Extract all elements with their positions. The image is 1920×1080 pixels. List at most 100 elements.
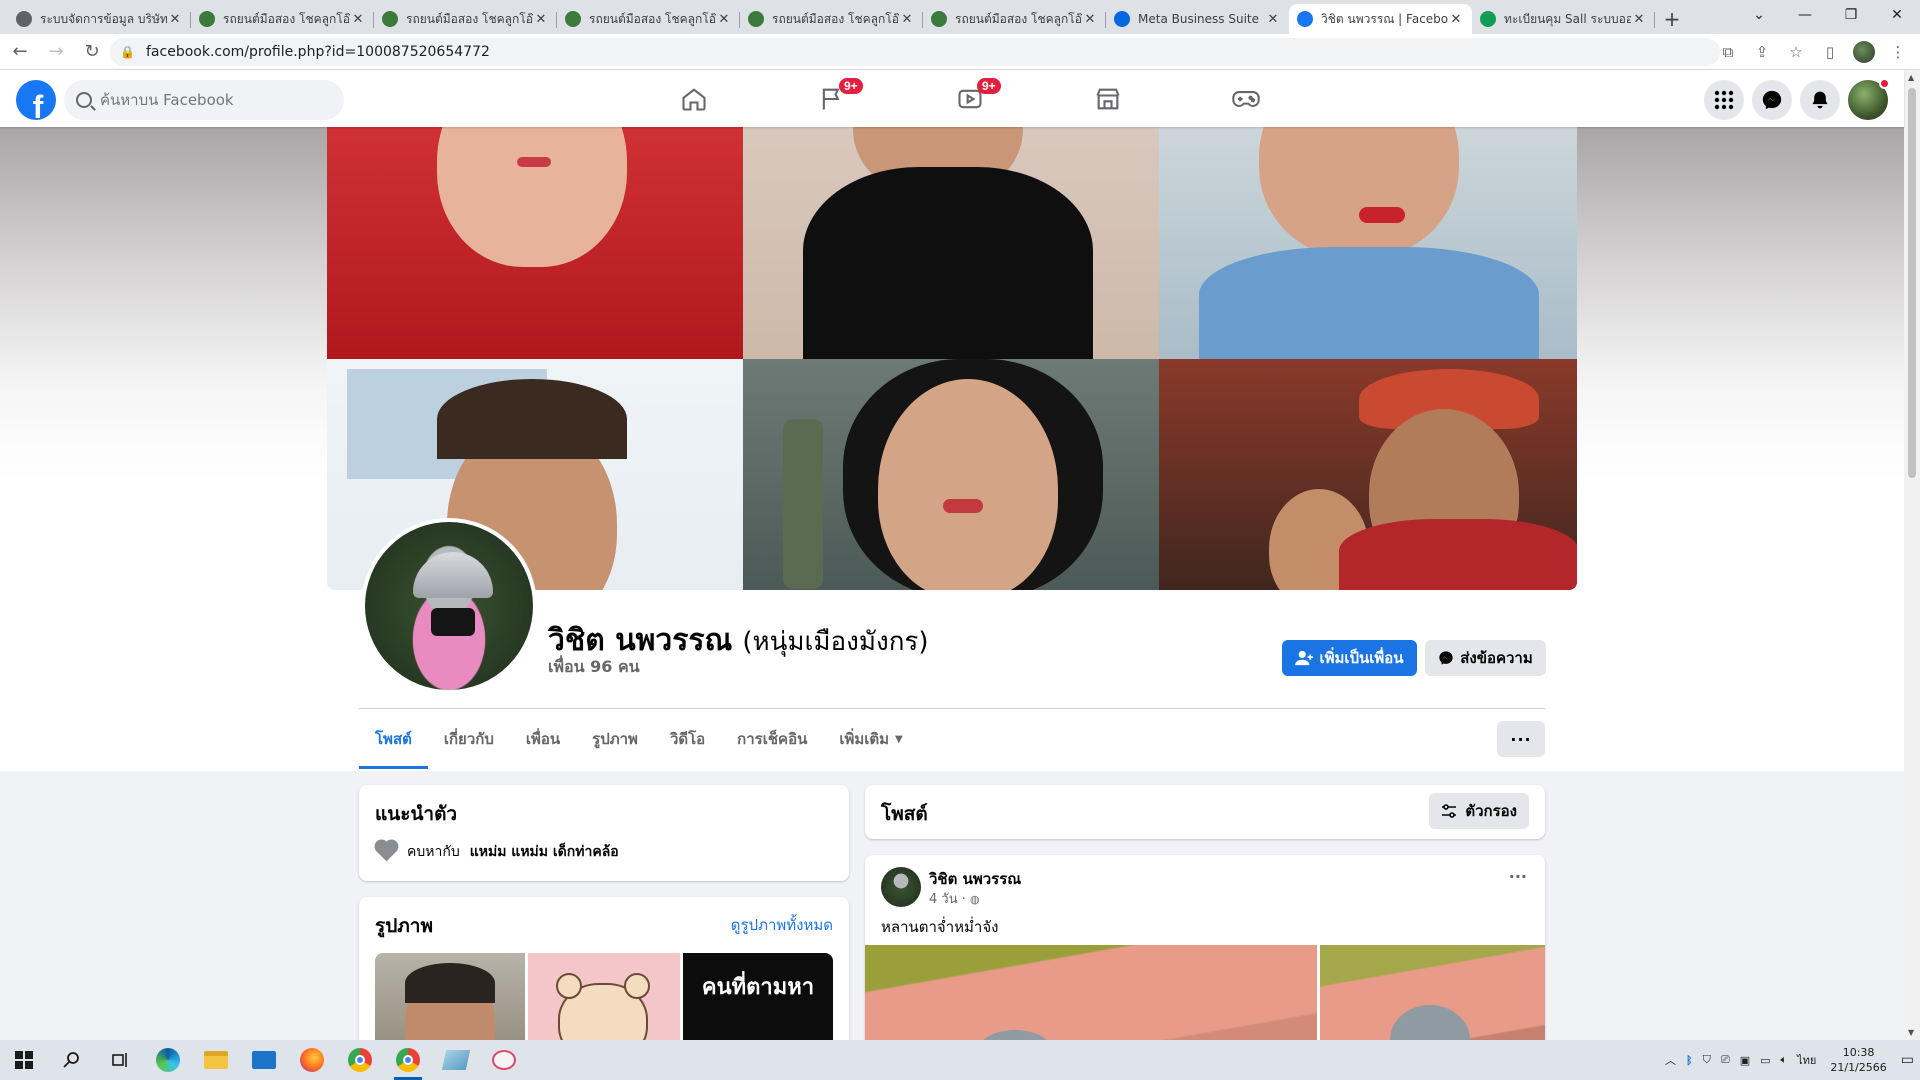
minimize-button[interactable]: — <box>1782 0 1828 30</box>
close-tab-icon[interactable]: ✕ <box>1448 12 1464 27</box>
nav-watch[interactable]: 9+ <box>763 70 901 127</box>
site-icon <box>748 11 764 27</box>
chrome-app[interactable] <box>336 1040 384 1080</box>
translate-icon[interactable]: ⧉ <box>1714 38 1742 66</box>
notification-center-icon[interactable]: ▭ <box>1901 1052 1914 1068</box>
close-tab-icon[interactable]: ✕ <box>1631 12 1647 27</box>
see-all-photos-link[interactable]: ดูรูปภาพทั้งหมด <box>731 913 833 937</box>
send-message-button[interactable]: ส่งข้อความ <box>1425 640 1546 676</box>
chrome-profile-app[interactable] <box>384 1040 432 1080</box>
friend-count[interactable]: เพื่อน 96 คน <box>548 655 640 680</box>
browser-tab[interactable]: ทะเบียนคุม Sall ระบบออนไลน์✕ <box>1472 4 1655 34</box>
nav-gaming[interactable] <box>1177 70 1315 127</box>
post-author-avatar[interactable] <box>881 867 921 907</box>
close-tab-icon[interactable]: ✕ <box>1082 12 1098 27</box>
bookmark-star-icon[interactable]: ☆ <box>1782 38 1810 66</box>
post-card: วิชิต นพวรรณ 4 วัน · ◍ ··· หลานตาจ่ำหม่ำ… <box>865 855 1545 1065</box>
scrollbar-thumb[interactable] <box>1908 88 1916 478</box>
browser-tab[interactable]: Meta Business Suite ✕ <box>1106 4 1289 34</box>
close-tab-icon[interactable]: ✕ <box>350 12 366 27</box>
browser-tab[interactable]: รถยนต์มือสอง โชคลูกโอ๊ค ✕ <box>374 4 557 34</box>
task-view-button[interactable] <box>96 1040 144 1080</box>
address-bar: ← → ↻ 🔒 facebook.com/profile.php?id=1000… <box>0 34 1920 70</box>
add-friend-button[interactable]: เพิ่มเป็นเพื่อน <box>1282 640 1417 676</box>
tab-about[interactable]: เกี่ยวกับ <box>428 709 510 769</box>
tab-photos[interactable]: รูปภาพ <box>576 709 654 769</box>
close-tab-icon[interactable]: ✕ <box>533 12 549 27</box>
messenger-button[interactable] <box>1752 80 1792 120</box>
close-tab-icon[interactable]: ✕ <box>167 12 183 27</box>
tab-more[interactable]: เพิ่มเติม ▼ <box>823 709 918 769</box>
tab-search-icon[interactable]: ⌄ <box>1736 0 1782 30</box>
globe-icon: ◍ <box>970 893 980 906</box>
start-button[interactable] <box>0 1040 48 1080</box>
usb-icon[interactable]: ⎚ <box>1721 1053 1730 1067</box>
mail-app[interactable] <box>240 1040 288 1080</box>
cover-photo[interactable] <box>327 127 1577 590</box>
tab-checkins[interactable]: การเช็คอิน <box>721 709 823 769</box>
relationship-partner-link[interactable]: แหม่ม แหม่ม เด็กท่าคล้อ <box>470 841 619 863</box>
reload-button[interactable]: ↻ <box>76 36 108 68</box>
site-icon <box>382 11 398 27</box>
search-button[interactable] <box>48 1040 96 1080</box>
forward-button[interactable]: → <box>40 36 72 68</box>
tab-videos[interactable]: วิดีโอ <box>654 709 721 769</box>
browser-tab[interactable]: รถยนต์มือสอง โชคลูกโอ๊ค ✕ <box>191 4 374 34</box>
nav-video[interactable]: 9+ <box>901 70 1039 127</box>
scroll-up-arrow-icon[interactable]: ▲ <box>1908 73 1914 82</box>
browser-tab[interactable]: วิชิต นพวรรณ | Facebook✕ <box>1289 4 1472 34</box>
volume-icon[interactable]: 🔈︎ <box>1781 1053 1788 1067</box>
task-view-icon <box>112 1053 127 1067</box>
page-scrollbar[interactable]: ▲ ▼ <box>1904 70 1920 1040</box>
url-field[interactable]: 🔒 facebook.com/profile.php?id=1000875206… <box>110 38 1720 66</box>
browser-tab[interactable]: รถยนต์มือสอง โชคลูกโอ๊ค ✕ <box>557 4 740 34</box>
close-tab-icon[interactable]: ✕ <box>899 12 915 27</box>
nav-home[interactable] <box>625 70 763 127</box>
tab-friends[interactable]: เพื่อน <box>510 709 576 769</box>
facebook-search-input[interactable] <box>100 91 320 109</box>
bluetooth-icon[interactable]: ᛒ <box>1686 1054 1693 1067</box>
facebook-logo-icon[interactable]: f <box>16 80 56 120</box>
restore-button[interactable]: ❐ <box>1828 0 1874 30</box>
share-icon[interactable]: ⇪ <box>1748 38 1776 66</box>
network-icon[interactable]: ▭ <box>1760 1054 1770 1067</box>
new-tab-button[interactable]: + <box>1655 4 1689 34</box>
back-button[interactable]: ← <box>4 36 36 68</box>
browser-tab[interactable]: ระบบจัดการข้อมูล บริษัท โ ✕ <box>8 4 191 34</box>
security-shield-icon[interactable]: ⛉ <box>1703 1053 1711 1067</box>
browser-tab[interactable]: รถยนต์มือสอง โชคลูกโอ๊ค ✕ <box>923 4 1106 34</box>
post-options-button[interactable]: ··· <box>1509 867 1527 886</box>
menu-kebab-icon[interactable]: ⋮ <box>1884 38 1912 66</box>
close-window-button[interactable]: ✕ <box>1874 0 1920 30</box>
scroll-down-arrow-icon[interactable]: ▼ <box>1908 1028 1914 1037</box>
account-avatar[interactable] <box>1848 78 1890 120</box>
meta-icon <box>1114 11 1130 27</box>
side-panel-icon[interactable]: ▯ <box>1816 38 1844 66</box>
notes-app[interactable] <box>432 1040 480 1080</box>
post-timestamp[interactable]: 4 วัน · ◍ <box>929 888 980 909</box>
tab-list: ระบบจัดการข้อมูล บริษัท โ ✕ รถยนต์มือสอง โ… <box>0 4 1655 34</box>
input-language[interactable]: ไทย <box>1797 1051 1816 1069</box>
nav-marketplace[interactable] <box>1039 70 1177 127</box>
menu-grid-button[interactable] <box>1704 80 1744 120</box>
file-explorer-app[interactable] <box>192 1040 240 1080</box>
sheets-icon <box>1480 11 1496 27</box>
profile-more-button[interactable]: ··· <box>1497 721 1545 757</box>
firefox-app[interactable] <box>288 1040 336 1080</box>
paint-app[interactable] <box>480 1040 528 1080</box>
show-hidden-icons-icon[interactable]: ︿ <box>1665 1052 1676 1068</box>
browser-tab[interactable]: รถยนต์มือสอง โชคลูกโอ๊ค ✕ <box>740 4 923 34</box>
profile-picture[interactable] <box>361 518 537 694</box>
filter-button[interactable]: ตัวกรอง <box>1429 793 1529 829</box>
clock[interactable]: 10:38 21/1/2566 <box>1830 1045 1886 1075</box>
tab-posts[interactable]: โพสต์ <box>359 709 428 769</box>
close-tab-icon[interactable]: ✕ <box>1265 12 1281 27</box>
facebook-header: f 9+ 9+ <box>0 70 1904 127</box>
edge-app[interactable] <box>144 1040 192 1080</box>
close-tab-icon[interactable]: ✕ <box>716 12 732 27</box>
notifications-button[interactable] <box>1800 80 1840 120</box>
lock-icon[interactable]: 🔒 <box>120 45 138 59</box>
display-icon[interactable]: ▣ <box>1740 1054 1750 1067</box>
profile-avatar[interactable] <box>1850 38 1878 66</box>
facebook-search[interactable] <box>64 80 344 120</box>
